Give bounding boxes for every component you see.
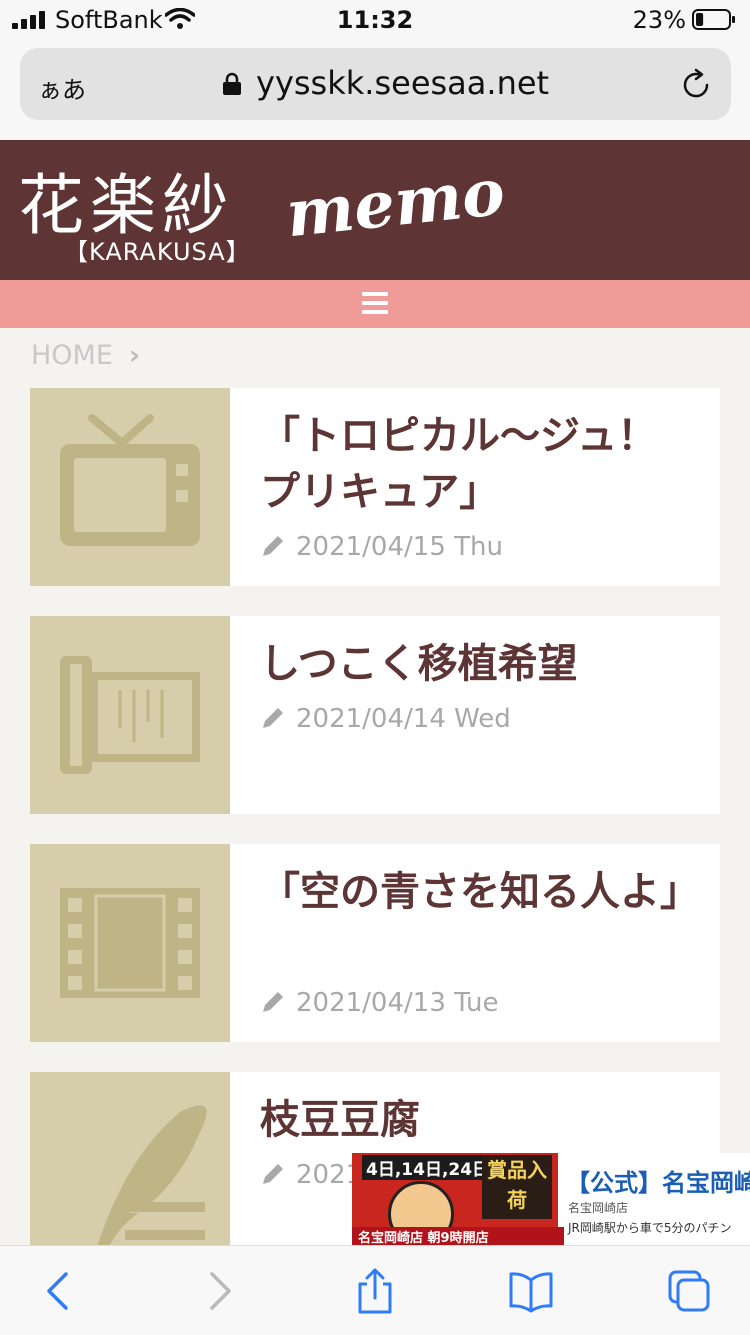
post-thumbnail[interactable] — [30, 1072, 230, 1270]
ad-image-caption: 名宝岡崎店 朝9時開店 — [352, 1227, 564, 1245]
forward-icon[interactable] — [196, 1268, 242, 1314]
post-title[interactable]: 「空の青さを知る人よ」 — [260, 864, 700, 920]
post-thumbnail[interactable] — [30, 616, 230, 814]
text-size-button[interactable]: ぁあ — [38, 70, 86, 105]
ad-title[interactable]: 【公式】名宝岡崎 — [566, 1163, 750, 1198]
url-text[interactable]: yysskk.seesaa.net — [256, 64, 549, 102]
film-icon — [60, 888, 200, 998]
pencil-icon — [263, 536, 283, 556]
post-date: 2021/04/15 Thu — [260, 532, 503, 562]
post-thumbnail[interactable] — [30, 844, 230, 1042]
browser-address-area: ぁあ yysskk.seesaa.net — [0, 40, 750, 138]
hamburger-menu-icon[interactable] — [362, 292, 388, 314]
scroll-icon — [60, 656, 200, 774]
status-bar: SoftBank 11:32 23% — [0, 0, 750, 40]
pencil-icon — [263, 1164, 283, 1184]
lock-icon — [223, 72, 241, 95]
post-date: 2021 — [260, 1160, 362, 1190]
breadcrumb: HOME › — [31, 340, 140, 371]
battery-percent: 23% — [632, 6, 686, 34]
post-date: 2021/04/14 Wed — [260, 704, 511, 734]
post-card[interactable]: 「空の青さを知る人よ」 2021/04/13 Tue — [30, 844, 720, 1042]
post-title[interactable]: しつこく移植希望 — [260, 636, 680, 692]
ad-banner[interactable]: 4日,14日,24日 賞品入荷 名宝岡崎店 朝9時開店 【公式】名宝岡崎 名宝岡… — [352, 1153, 750, 1245]
ad-store: 名宝岡崎店 — [568, 1201, 629, 1215]
pencil-icon — [263, 708, 283, 728]
post-date-text: 2021/04/13 Tue — [296, 988, 499, 1018]
post-date-text: 2021/04/14 Wed — [296, 704, 511, 734]
post-date-text: 2021/04/15 Thu — [296, 532, 503, 562]
bookmarks-icon[interactable] — [508, 1268, 554, 1314]
tv-icon — [60, 414, 200, 546]
post-title[interactable]: 枝豆豆腐 — [260, 1092, 680, 1148]
quill-icon — [90, 1105, 207, 1270]
breadcrumb-home-link[interactable]: HOME — [31, 340, 113, 371]
post-title[interactable]: 「トロピカル〜ジュ！プリキュア」 — [260, 408, 680, 520]
post-thumbnail[interactable] — [30, 388, 230, 586]
tabs-icon[interactable] — [666, 1268, 712, 1314]
ad-description: JR岡崎駅から車で5分のパチン — [568, 1221, 732, 1235]
ad-image[interactable]: 4日,14日,24日 賞品入荷 名宝岡崎店 朝9時開店 — [352, 1153, 564, 1245]
site-logo-subtitle: 【KARAKUSA】 — [64, 238, 251, 266]
chevron-right-icon: › — [128, 340, 141, 371]
site-logo-memo: memo — [282, 154, 509, 253]
back-icon[interactable] — [36, 1268, 82, 1314]
post-card[interactable]: しつこく移植希望 2021/04/14 Wed — [30, 616, 720, 814]
site-header[interactable]: 花楽紗 memo 【KARAKUSA】 — [0, 140, 750, 280]
ad-badge: 賞品入荷 — [482, 1155, 552, 1219]
address-bar[interactable]: ぁあ yysskk.seesaa.net — [20, 48, 731, 120]
battery-icon — [692, 9, 735, 30]
pencil-icon — [263, 992, 283, 1012]
reload-icon[interactable] — [679, 68, 713, 102]
ad-dates: 4日,14日,24日 — [362, 1155, 494, 1180]
share-icon[interactable] — [352, 1268, 398, 1314]
browser-toolbar — [0, 1245, 750, 1335]
post-card[interactable]: 「トロピカル〜ジュ！プリキュア」 2021/04/15 Thu — [30, 388, 720, 586]
post-date: 2021/04/13 Tue — [260, 988, 499, 1018]
nav-bar — [0, 280, 750, 328]
